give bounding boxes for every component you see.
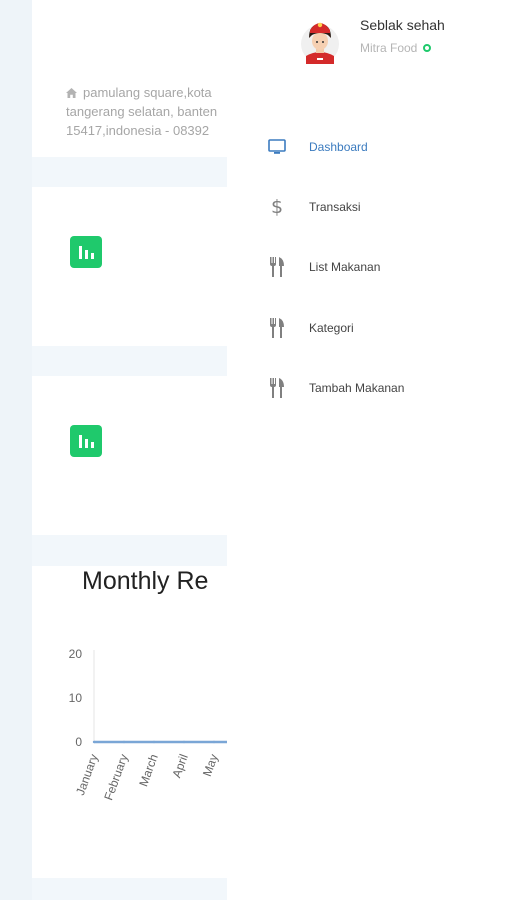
bar-chart-icon <box>70 425 102 457</box>
sidebar-item-label: Kategori <box>309 321 354 335</box>
monitor-icon <box>267 137 287 157</box>
home-icon <box>66 88 77 98</box>
y-tick-label: 10 <box>69 691 83 705</box>
cutlery-icon <box>267 318 287 338</box>
y-tick-label: 20 <box>69 647 83 661</box>
sidebar-item-dashboard[interactable]: Dashboard <box>227 127 522 167</box>
dollar-icon: $ <box>270 196 284 218</box>
revenue-chart: 20 10 0 January February March April May <box>69 647 232 802</box>
data-point <box>212 740 216 744</box>
sidebar-item-label: Tambah Makanan <box>309 381 405 395</box>
avatar <box>301 22 339 64</box>
y-tick-label: 0 <box>75 735 82 749</box>
cutlery-icon <box>267 257 287 277</box>
sidebar-item-label: List Makanan <box>309 260 381 274</box>
sidebar-item-label: Dashboard <box>309 140 368 154</box>
sidebar-item-kategori[interactable]: Kategori <box>227 308 522 348</box>
sidebar-item-label: Transaksi <box>309 200 361 214</box>
online-status-indicator <box>423 44 432 52</box>
data-point <box>122 740 126 744</box>
sidebar-item-tambah-makanan[interactable]: Tambah Makanan <box>227 368 522 408</box>
data-point <box>182 740 186 744</box>
user-role: Mitra Food <box>360 41 418 55</box>
data-point <box>152 740 156 744</box>
user-name: Seblak sehah <box>360 17 445 33</box>
bar-chart-icon <box>70 236 102 268</box>
cutlery-icon <box>267 378 287 398</box>
store-address: pamulang square,kota tangerang selatan, … <box>66 83 236 140</box>
x-tick-label: February <box>101 752 131 802</box>
x-tick-label: March <box>136 752 161 788</box>
user-subtitle: Mitra Food <box>360 41 432 55</box>
left-strip <box>0 0 32 900</box>
sidebar-drawer: Seblak sehah Mitra Food Dashboard $ Tran… <box>227 0 522 900</box>
x-tick-label: January <box>73 752 101 797</box>
x-tick-label: May <box>200 752 221 778</box>
sidebar-item-transaksi[interactable]: $ Transaksi <box>227 187 522 227</box>
sidebar-item-list-makanan[interactable]: List Makanan <box>227 247 522 287</box>
x-tick-label: April <box>169 752 190 779</box>
address-text: pamulang square,kota tangerang selatan, … <box>66 85 218 138</box>
data-point <box>92 740 96 744</box>
